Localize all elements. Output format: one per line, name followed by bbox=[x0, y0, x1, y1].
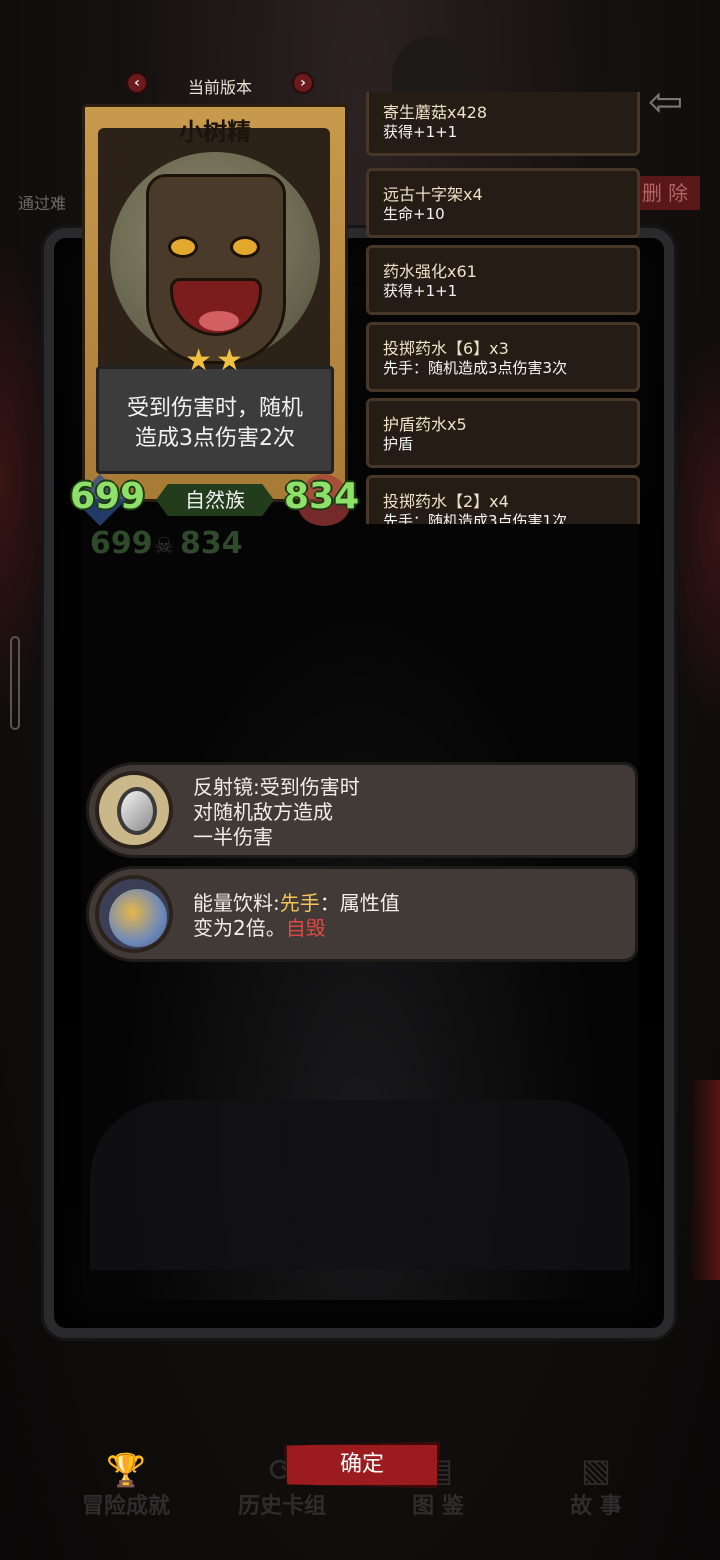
relic-description: 能量饮料:先手：属性值 变为2倍。自毁 bbox=[193, 891, 400, 941]
card-stats: 自然族 699 834 bbox=[70, 474, 359, 526]
relic-line: 能量饮料:先手：属性值 bbox=[193, 891, 400, 916]
chevron-right-icon[interactable]: › bbox=[292, 72, 314, 94]
card-description-line1: 受到伤害时，随机 bbox=[126, 396, 303, 421]
nav-item-history-deck[interactable]: 历史卡组 bbox=[212, 1488, 352, 1520]
relic-text-part: ：属性值 bbox=[319, 891, 400, 915]
card-description: 受到伤害时，随机 造成3点伤害2次 bbox=[106, 394, 324, 454]
relic-row-energy-drink[interactable]: 能量饮料:先手：属性值 变为2倍。自毁 bbox=[86, 866, 638, 962]
list-item[interactable]: 远古十字架x4 生命+10 bbox=[366, 168, 640, 238]
portrait-tongue bbox=[199, 311, 239, 331]
item-name: 投掷药水【2】x4 bbox=[383, 492, 509, 511]
list-item[interactable]: 投掷药水【6】x3 先手：随机造成3点伤害3次 bbox=[366, 322, 640, 392]
enchantment-list[interactable]: 寄生蘑菇x428 获得+1+1 远古十字架x4 生命+10 药水强化x61 获得… bbox=[364, 92, 642, 524]
item-name: 药水强化x61 bbox=[383, 262, 477, 281]
back-arrow-icon[interactable]: ⇦ bbox=[648, 81, 700, 123]
relic-description: 反射镜:受到伤害时 对随机敌方造成 一半伤害 bbox=[193, 775, 360, 850]
energy-drink-icon-frame bbox=[95, 875, 173, 953]
item-effect: 获得+1+1 bbox=[383, 123, 458, 141]
item-effect: 获得+1+1 bbox=[383, 282, 458, 300]
story-icon: ▧ bbox=[580, 1451, 612, 1489]
version-selector: ‹ 当前版本 › bbox=[124, 70, 316, 98]
confirm-button[interactable]: 确定 bbox=[284, 1442, 440, 1488]
minion-card[interactable]: 小树精 ★★ 受到伤害时，随机 造成3点伤害2次 自然族 699 834 bbox=[70, 104, 359, 526]
chevron-left-icon[interactable]: ‹ bbox=[126, 72, 148, 94]
nav-item-achievements[interactable]: 冒险成就 bbox=[56, 1488, 196, 1520]
item-effect: 先手：随机造成3点伤害1次 bbox=[383, 512, 568, 524]
attack-value: 699 bbox=[70, 476, 146, 517]
star-rating-icon: ★★ bbox=[185, 343, 247, 378]
list-item[interactable]: 护盾药水x5 护盾 bbox=[366, 398, 640, 468]
card-description-line2: 造成3点伤害2次 bbox=[135, 426, 295, 451]
mirror-icon-frame bbox=[95, 771, 173, 849]
relic-line: 对随机敌方造成 bbox=[193, 800, 333, 824]
health-value: 834 bbox=[284, 476, 360, 517]
item-effect: 先手：随机造成3点伤害3次 bbox=[383, 359, 568, 377]
item-name: 寄生蘑菇x428 bbox=[383, 103, 488, 122]
side-scroll-handle[interactable] bbox=[10, 636, 20, 730]
list-item[interactable]: 寄生蘑菇x428 获得+1+1 bbox=[366, 92, 640, 156]
skull-icon: ☠ bbox=[154, 534, 174, 559]
item-effect: 生命+10 bbox=[383, 205, 445, 223]
list-item[interactable]: 药水强化x61 获得+1+1 bbox=[366, 245, 640, 315]
background-glow-right-lower bbox=[690, 1080, 720, 1280]
card-name: 小树精 bbox=[179, 118, 251, 146]
cloud-decoration bbox=[90, 1100, 630, 1270]
background-stats-ghost: 699 ☠ 834 bbox=[90, 524, 250, 578]
trophy-icon: 🏆 bbox=[106, 1451, 146, 1489]
relic-text-part: 能量饮料: bbox=[193, 891, 280, 915]
mirror-icon bbox=[117, 787, 157, 835]
keyword-self-destruct: 自毁 bbox=[285, 916, 326, 940]
list-item[interactable]: 投掷药水【2】x4 先手：随机造成3点伤害1次 bbox=[366, 475, 640, 524]
portrait-eye-left bbox=[168, 236, 198, 258]
version-title: 当前版本 bbox=[187, 78, 252, 97]
ghost-health: 834 bbox=[180, 526, 243, 561]
relic-line: 一半伤害 bbox=[193, 825, 273, 849]
relic-text-part: 变为2倍。 bbox=[193, 916, 286, 940]
relic-line: 反射镜:受到伤害时 bbox=[193, 775, 360, 799]
keyword-first-strike: 先手 bbox=[279, 891, 320, 915]
portrait-eye-right bbox=[230, 236, 260, 258]
item-effect: 护盾 bbox=[383, 435, 414, 453]
background-difficulty-label: 通过难 bbox=[18, 194, 67, 213]
item-name: 远古十字架x4 bbox=[383, 185, 483, 204]
relic-row-mirror[interactable]: 反射镜:受到伤害时 对随机敌方造成 一半伤害 bbox=[86, 762, 638, 858]
energy-drink-icon bbox=[109, 889, 167, 947]
ghost-attack: 699 bbox=[90, 526, 153, 561]
item-name: 护盾药水x5 bbox=[383, 415, 467, 434]
relic-line: 变为2倍。自毁 bbox=[193, 916, 400, 941]
nav-item-codex[interactable]: 图 鉴 bbox=[368, 1488, 508, 1520]
tribe-label: 自然族 bbox=[156, 484, 274, 516]
item-name: 投掷药水【6】x3 bbox=[383, 339, 509, 358]
nav-item-story[interactable]: 故 事 bbox=[526, 1488, 666, 1520]
